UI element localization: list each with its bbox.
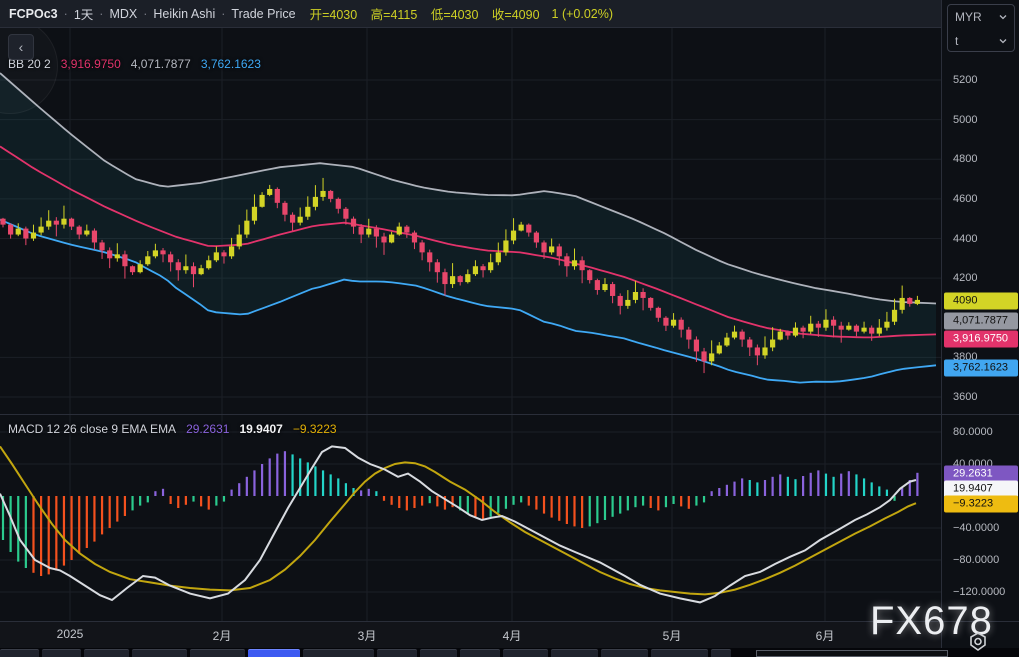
strip-segment[interactable] bbox=[377, 649, 417, 657]
separator: · bbox=[221, 7, 225, 21]
macd-indicator-legend[interactable]: MACD 12 26 close 9 EMA EMA 29.2631 19.94… bbox=[8, 422, 337, 436]
currency-value: MYR bbox=[955, 10, 982, 24]
gear-icon bbox=[966, 630, 990, 654]
strip-segment[interactable] bbox=[711, 649, 731, 657]
series-label: Trade Price bbox=[231, 7, 295, 21]
axis-settings-box: MYR t bbox=[947, 4, 1015, 52]
strip-segment[interactable] bbox=[503, 649, 548, 657]
bb-indicator-legend[interactable]: BB 20 2 3,916.9750 4,071.7877 3,762.1623 bbox=[8, 57, 261, 71]
open-value: 开=4030 bbox=[310, 8, 358, 22]
strip-segment[interactable] bbox=[601, 649, 648, 657]
chart-style-button[interactable]: Heikin Ashi bbox=[153, 7, 215, 21]
separator: · bbox=[99, 7, 103, 21]
axis-price-label: 4,071.7877 bbox=[944, 313, 1018, 330]
price-axis-panel[interactable]: MYR t 5200500048004600440042003800360080… bbox=[941, 0, 1019, 657]
time-axis-label: 4月 bbox=[503, 627, 522, 644]
currency-dropdown[interactable]: MYR bbox=[948, 5, 1014, 29]
price-tick: 3600 bbox=[953, 391, 977, 403]
time-axis-label: 2月 bbox=[213, 627, 232, 644]
macd-signal-value: −9.3223 bbox=[293, 422, 337, 436]
time-axis-label: 2025 bbox=[57, 627, 84, 641]
time-axis-label: 5月 bbox=[663, 627, 682, 644]
axis-price-label: −9.3223 bbox=[944, 496, 1018, 513]
price-tick: 5000 bbox=[953, 114, 977, 126]
price-tick: 5200 bbox=[953, 74, 977, 86]
macd-line-value: 19.9407 bbox=[239, 422, 282, 436]
unit-dropdown[interactable]: t bbox=[948, 29, 1014, 53]
change-value: 1 (+0.02%) bbox=[552, 7, 614, 21]
separator: · bbox=[143, 7, 147, 21]
ohlc-readout: 开=4030 高=4115 低=4030 收=4090 bbox=[310, 4, 550, 23]
strip-segment[interactable] bbox=[551, 649, 598, 657]
time-axis[interactable]: 2025 2月 3月 4月 5月 6月 bbox=[0, 622, 941, 648]
time-axis-label: 6月 bbox=[816, 627, 835, 644]
macd-hist-value: 29.2631 bbox=[186, 422, 229, 436]
thumbnail-strip bbox=[0, 648, 1019, 657]
macd-title: MACD 12 26 close 9 EMA EMA bbox=[8, 422, 176, 436]
strip-segment[interactable] bbox=[0, 649, 39, 657]
macd-tick: 80.0000 bbox=[953, 426, 993, 438]
signal-line bbox=[0, 446, 916, 594]
time-axis-divider bbox=[0, 621, 1019, 622]
unit-value: t bbox=[955, 34, 958, 48]
pane-divider[interactable] bbox=[0, 414, 1019, 415]
bb-upper-value: 4,071.7877 bbox=[131, 57, 191, 71]
macd-tick: −120.0000 bbox=[953, 586, 1005, 598]
symbol-button[interactable]: FCPOc3 bbox=[9, 7, 58, 21]
macd-tick: −80.0000 bbox=[953, 554, 999, 566]
strip-segment[interactable] bbox=[651, 649, 708, 657]
axis-price-label: 3,916.9750 bbox=[944, 331, 1018, 348]
bb-basis-value: 3,916.9750 bbox=[61, 57, 121, 71]
price-tick: 4600 bbox=[953, 193, 977, 205]
strip-segment[interactable] bbox=[132, 649, 187, 657]
strip-segment[interactable] bbox=[42, 649, 81, 657]
price-tick: 4200 bbox=[953, 272, 977, 284]
chart-canvas[interactable] bbox=[0, 0, 941, 622]
strip-segment[interactable] bbox=[303, 649, 374, 657]
low-value: 低=4030 bbox=[431, 8, 479, 22]
bb-lower-value: 3,762.1623 bbox=[201, 57, 261, 71]
interval-button[interactable]: 1天 bbox=[74, 4, 93, 23]
time-axis-label: 3月 bbox=[358, 627, 377, 644]
strip-segment-active[interactable] bbox=[248, 649, 300, 657]
symbol-toolbar: FCPOc3 · 1天 · MDX · Heikin Ashi · Trade … bbox=[0, 0, 941, 28]
chevron-down-icon bbox=[999, 13, 1007, 21]
collapse-panel-button[interactable]: ‹ bbox=[8, 34, 34, 60]
chevron-down-icon bbox=[999, 37, 1007, 45]
macd-histogram bbox=[2, 451, 919, 576]
strip-segment[interactable] bbox=[84, 649, 129, 657]
strip-segment[interactable] bbox=[460, 649, 500, 657]
exchange-label: MDX bbox=[109, 7, 137, 21]
macd-tick: −40.0000 bbox=[953, 522, 999, 534]
axis-price-label: 4090 bbox=[944, 293, 1018, 310]
macd-line bbox=[0, 446, 916, 602]
strip-preview-box[interactable] bbox=[756, 650, 948, 657]
high-value: 高=4115 bbox=[371, 8, 418, 22]
price-tick: 4400 bbox=[953, 233, 977, 245]
strip-segment[interactable] bbox=[190, 649, 245, 657]
chart-window: FCPOc3 · 1天 · MDX · Heikin Ashi · Trade … bbox=[0, 0, 1019, 657]
close-value: 收=4090 bbox=[492, 8, 540, 22]
axis-price-label: 3,762.1623 bbox=[944, 360, 1018, 377]
strip-segment[interactable] bbox=[420, 649, 457, 657]
price-tick: 4800 bbox=[953, 153, 977, 165]
separator: · bbox=[64, 7, 68, 21]
